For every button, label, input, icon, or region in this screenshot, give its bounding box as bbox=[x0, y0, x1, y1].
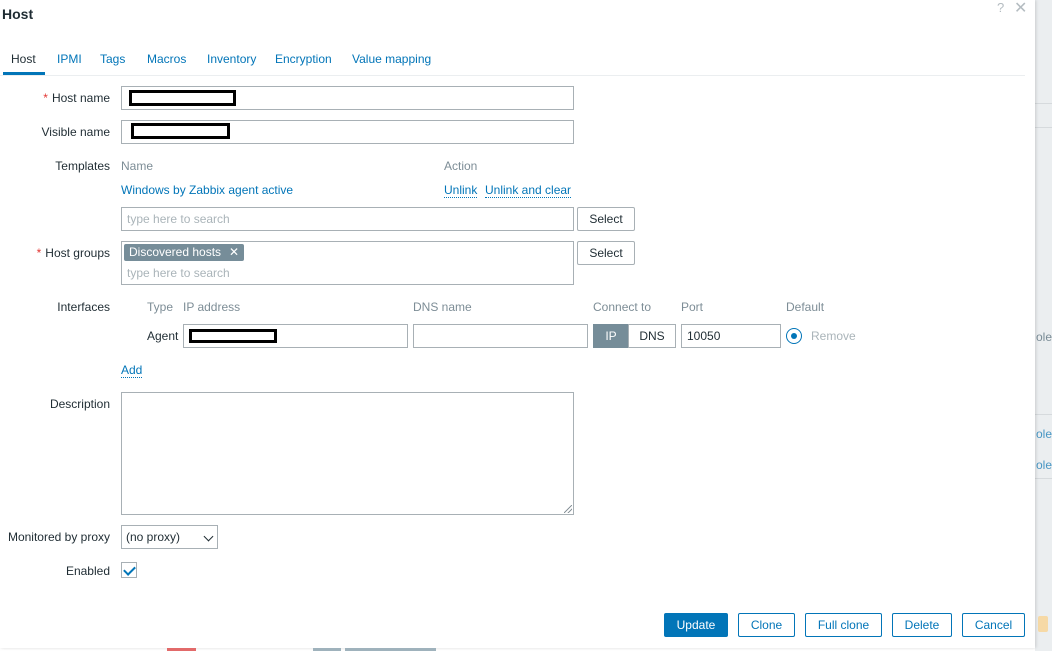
resize-grip-icon[interactable] bbox=[564, 505, 572, 513]
tab-macros[interactable]: Macros bbox=[147, 52, 186, 66]
tab-ipmi[interactable]: IPMI bbox=[57, 52, 82, 66]
remove-interface-link[interactable]: Remove bbox=[811, 329, 856, 343]
interfaces-col-type: Type bbox=[147, 300, 174, 314]
tab-encryption[interactable]: Encryption bbox=[275, 52, 332, 66]
linked-template-link[interactable]: Windows by Zabbix agent active bbox=[121, 183, 293, 197]
required-marker: * bbox=[43, 91, 48, 105]
proxy-select[interactable]: (no proxy) bbox=[121, 525, 218, 549]
proxy-label: Monitored by proxy bbox=[7, 530, 110, 544]
host-dialog: Host ? ✕ Host IPMI Tags Macros Inventory… bbox=[0, 0, 1035, 648]
interface-port-input[interactable]: 10050 bbox=[681, 324, 781, 348]
host-group-chip: Discovered hosts ✕ bbox=[124, 244, 245, 261]
chevron-down-icon bbox=[203, 531, 214, 542]
interfaces-col-dns: DNS name bbox=[413, 300, 472, 314]
redacted-value bbox=[131, 123, 230, 139]
full-clone-button[interactable]: Full clone bbox=[805, 613, 882, 637]
bg-divider bbox=[1035, 414, 1052, 415]
add-interface-link[interactable]: Add bbox=[121, 363, 143, 378]
active-tab-indicator bbox=[3, 72, 45, 75]
background-page: ole ole ole bbox=[1035, 0, 1052, 651]
redacted-value bbox=[189, 329, 277, 343]
tab-tags[interactable]: Tags bbox=[100, 52, 125, 66]
unlink-link[interactable]: Unlink bbox=[444, 183, 478, 198]
port-value: 10050 bbox=[687, 329, 721, 343]
tab-bar: Host IPMI Tags Macros Inventory Encrypti… bbox=[0, 43, 1025, 76]
bg-link-fragment: ole bbox=[1036, 427, 1052, 441]
templates-select-button[interactable]: Select bbox=[577, 207, 635, 231]
chip-remove-icon[interactable]: ✕ bbox=[229, 245, 239, 259]
description-label: Description bbox=[49, 397, 110, 411]
description-textarea[interactable] bbox=[121, 392, 574, 515]
bg-divider bbox=[1035, 478, 1052, 479]
interfaces-col-ip: IP address bbox=[183, 300, 241, 314]
templates-search-input[interactable]: type here to search bbox=[121, 207, 574, 231]
dialog-title: Host bbox=[2, 6, 34, 22]
host-groups-label: * Host groups bbox=[36, 246, 110, 260]
cancel-button[interactable]: Cancel bbox=[962, 613, 1025, 637]
templates-col-name: Name bbox=[121, 159, 154, 173]
tab-value-mapping[interactable]: Value mapping bbox=[352, 52, 431, 66]
host-name-label: * Host name bbox=[43, 91, 110, 105]
default-interface-radio[interactable] bbox=[786, 328, 802, 344]
templates-search-placeholder: type here to search bbox=[127, 212, 230, 226]
interface-type-agent: Agent bbox=[147, 329, 179, 343]
close-icon[interactable]: ✕ bbox=[1014, 0, 1027, 18]
bg-link-fragment: ole bbox=[1036, 458, 1052, 472]
tab-inventory[interactable]: Inventory bbox=[207, 52, 256, 66]
interface-dns-input[interactable] bbox=[413, 324, 588, 348]
update-button[interactable]: Update bbox=[664, 613, 728, 637]
screen: ole ole ole Host ? ✕ Host IPMI Tags Macr… bbox=[0, 0, 1052, 651]
interface-ip-input[interactable] bbox=[183, 324, 408, 348]
interfaces-col-port: Port bbox=[681, 300, 704, 314]
connect-dns-toggle[interactable]: DNS bbox=[628, 324, 676, 348]
interfaces-col-default: Default bbox=[786, 300, 825, 314]
bg-badge bbox=[1038, 616, 1048, 632]
connect-ip-toggle[interactable]: IP bbox=[593, 324, 629, 348]
bg-text-fragment: ole bbox=[1036, 330, 1052, 344]
bg-divider bbox=[1035, 103, 1052, 104]
templates-label: Templates bbox=[55, 159, 110, 173]
interfaces-label: Interfaces bbox=[57, 300, 110, 314]
unlink-and-clear-link[interactable]: Unlink and clear bbox=[485, 183, 572, 198]
clone-button[interactable]: Clone bbox=[738, 613, 795, 637]
visible-name-input[interactable] bbox=[121, 120, 574, 144]
interfaces-col-connect: Connect to bbox=[593, 300, 652, 314]
proxy-selected-value: (no proxy) bbox=[126, 530, 181, 544]
host-groups-search-placeholder: type here to search bbox=[127, 266, 230, 280]
help-icon[interactable]: ? bbox=[997, 0, 1004, 15]
tab-host[interactable]: Host bbox=[11, 52, 36, 66]
host-name-input[interactable] bbox=[121, 86, 574, 110]
bg-divider bbox=[1035, 127, 1052, 128]
enabled-label: Enabled bbox=[65, 564, 110, 578]
required-marker: * bbox=[36, 246, 42, 260]
delete-button[interactable]: Delete bbox=[892, 613, 952, 637]
templates-col-action: Action bbox=[444, 159, 478, 173]
host-groups-select-button[interactable]: Select bbox=[577, 241, 635, 265]
redacted-value bbox=[129, 90, 236, 106]
enabled-checkbox[interactable] bbox=[121, 562, 137, 578]
visible-name-label: Visible name bbox=[41, 125, 110, 139]
